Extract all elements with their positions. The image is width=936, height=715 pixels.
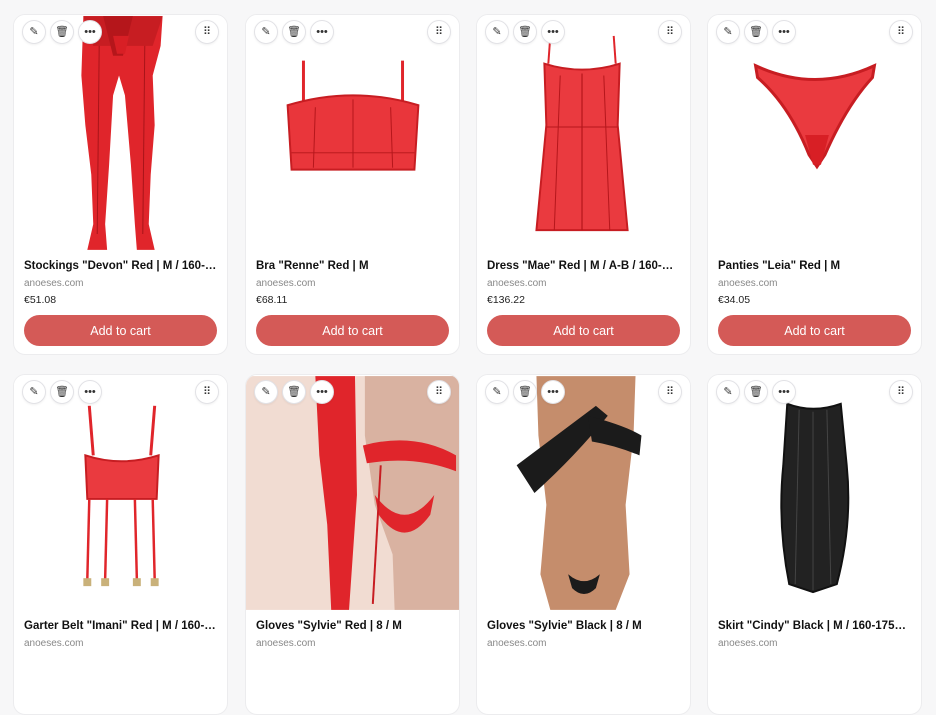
product-title[interactable]: Garter Belt "Imani" Red | M / 160-…: [24, 620, 217, 632]
more-icon[interactable]: •••: [78, 380, 102, 404]
edit-icon[interactable]: ✎: [485, 20, 509, 44]
product-card[interactable]: ✎ 🗑 ••• ⠿ Bra "Renne" Red | M anoeses.co…: [245, 14, 460, 355]
product-grid: ✎ 🗑 ••• ⠿ Stockings "Devon" Red | M / 16…: [0, 0, 936, 715]
trash-icon[interactable]: 🗑: [513, 20, 537, 44]
product-title[interactable]: Dress "Mae" Red | M / A-B / 160-…: [487, 260, 680, 272]
product-title[interactable]: Stockings "Devon" Red | M / 160-…: [24, 260, 217, 272]
product-title[interactable]: Gloves "Sylvie" Black | 8 / M: [487, 620, 680, 632]
add-to-cart-button[interactable]: Add to cart: [24, 315, 217, 346]
product-card[interactable]: ✎ 🗑 ••• ⠿ Garter Belt "Imani" Red | M / …: [13, 374, 228, 715]
product-image-red-gloves-model[interactable]: ✎ 🗑 ••• ⠿: [246, 375, 459, 611]
more-icon[interactable]: •••: [310, 20, 334, 44]
drag-handle-icon[interactable]: ⠿: [889, 380, 913, 404]
more-icon[interactable]: •••: [541, 380, 565, 404]
drag-handle-icon[interactable]: ⠿: [427, 20, 451, 44]
trash-icon[interactable]: 🗑: [50, 20, 74, 44]
product-image-red-panties[interactable]: ✎ 🗑 ••• ⠿: [708, 15, 921, 251]
more-icon[interactable]: •••: [310, 380, 334, 404]
product-image-red-garter-belt[interactable]: ✎ 🗑 ••• ⠿: [14, 375, 227, 611]
more-icon[interactable]: •••: [541, 20, 565, 44]
trash-icon[interactable]: 🗑: [744, 380, 768, 404]
product-domain: anoeses.com: [718, 638, 778, 649]
more-icon[interactable]: •••: [78, 20, 102, 44]
product-card[interactable]: ✎ 🗑 ••• ⠿ Gloves "Sylvie" Black | 8 / M …: [476, 374, 691, 715]
product-image-red-dress[interactable]: ✎ 🗑 ••• ⠿: [477, 15, 690, 251]
edit-icon[interactable]: ✎: [254, 20, 278, 44]
product-domain: anoeses.com: [24, 278, 84, 289]
edit-icon[interactable]: ✎: [22, 380, 46, 404]
product-price: €68.11: [256, 294, 288, 306]
drag-handle-icon[interactable]: ⠿: [658, 380, 682, 404]
product-domain: anoeses.com: [256, 638, 316, 649]
edit-icon[interactable]: ✎: [716, 380, 740, 404]
product-price: €34.05: [718, 294, 751, 306]
product-card[interactable]: ✎ 🗑 ••• ⠿ Skirt "Cindy" Black | M / 160-…: [707, 374, 922, 715]
product-card[interactable]: ✎ 🗑 ••• ⠿ Dress "Mae" Red | M / A-B / 16…: [476, 14, 691, 355]
edit-icon[interactable]: ✎: [716, 20, 740, 44]
edit-icon[interactable]: ✎: [254, 380, 278, 404]
product-price: €51.08: [24, 294, 57, 306]
trash-icon[interactable]: 🗑: [282, 20, 306, 44]
product-price: €136.22: [487, 294, 525, 306]
product-card[interactable]: ✎ 🗑 ••• ⠿ Stockings "Devon" Red | M / 16…: [13, 14, 228, 355]
drag-handle-icon[interactable]: ⠿: [195, 380, 219, 404]
product-title[interactable]: Gloves "Sylvie" Red | 8 / M: [256, 620, 449, 632]
trash-icon[interactable]: 🗑: [513, 380, 537, 404]
product-domain: anoeses.com: [487, 278, 547, 289]
product-image-red-bra[interactable]: ✎ 🗑 ••• ⠿: [246, 15, 459, 251]
add-to-cart-button[interactable]: Add to cart: [487, 315, 680, 346]
trash-icon[interactable]: 🗑: [50, 380, 74, 404]
product-title[interactable]: Panties "Leia" Red | M: [718, 260, 911, 272]
product-card[interactable]: ✎ 🗑 ••• ⠿ Panties "Leia" Red | M anoeses…: [707, 14, 922, 355]
add-to-cart-button[interactable]: Add to cart: [718, 315, 911, 346]
drag-handle-icon[interactable]: ⠿: [427, 380, 451, 404]
trash-icon[interactable]: 🗑: [744, 20, 768, 44]
product-domain: anoeses.com: [718, 278, 778, 289]
trash-icon[interactable]: 🗑: [282, 380, 306, 404]
drag-handle-icon[interactable]: ⠿: [658, 20, 682, 44]
product-title[interactable]: Skirt "Cindy" Black | M / 160-175…: [718, 620, 911, 632]
product-image-black-gloves-model[interactable]: ✎ 🗑 ••• ⠿: [477, 375, 690, 611]
edit-icon[interactable]: ✎: [485, 380, 509, 404]
product-domain: anoeses.com: [256, 278, 316, 289]
edit-icon[interactable]: ✎: [22, 20, 46, 44]
product-card[interactable]: ✎ 🗑 ••• ⠿ Gloves "Sylvie" Red | 8 / M an…: [245, 374, 460, 715]
product-image-red-stockings[interactable]: ✎ 🗑 ••• ⠿: [14, 15, 227, 251]
more-icon[interactable]: •••: [772, 20, 796, 44]
drag-handle-icon[interactable]: ⠿: [195, 20, 219, 44]
add-to-cart-button[interactable]: Add to cart: [256, 315, 449, 346]
product-domain: anoeses.com: [24, 638, 84, 649]
drag-handle-icon[interactable]: ⠿: [889, 20, 913, 44]
product-image-black-skirt[interactable]: ✎ 🗑 ••• ⠿: [708, 375, 921, 611]
product-domain: anoeses.com: [487, 638, 547, 649]
more-icon[interactable]: •••: [772, 380, 796, 404]
product-title[interactable]: Bra "Renne" Red | M: [256, 260, 449, 272]
